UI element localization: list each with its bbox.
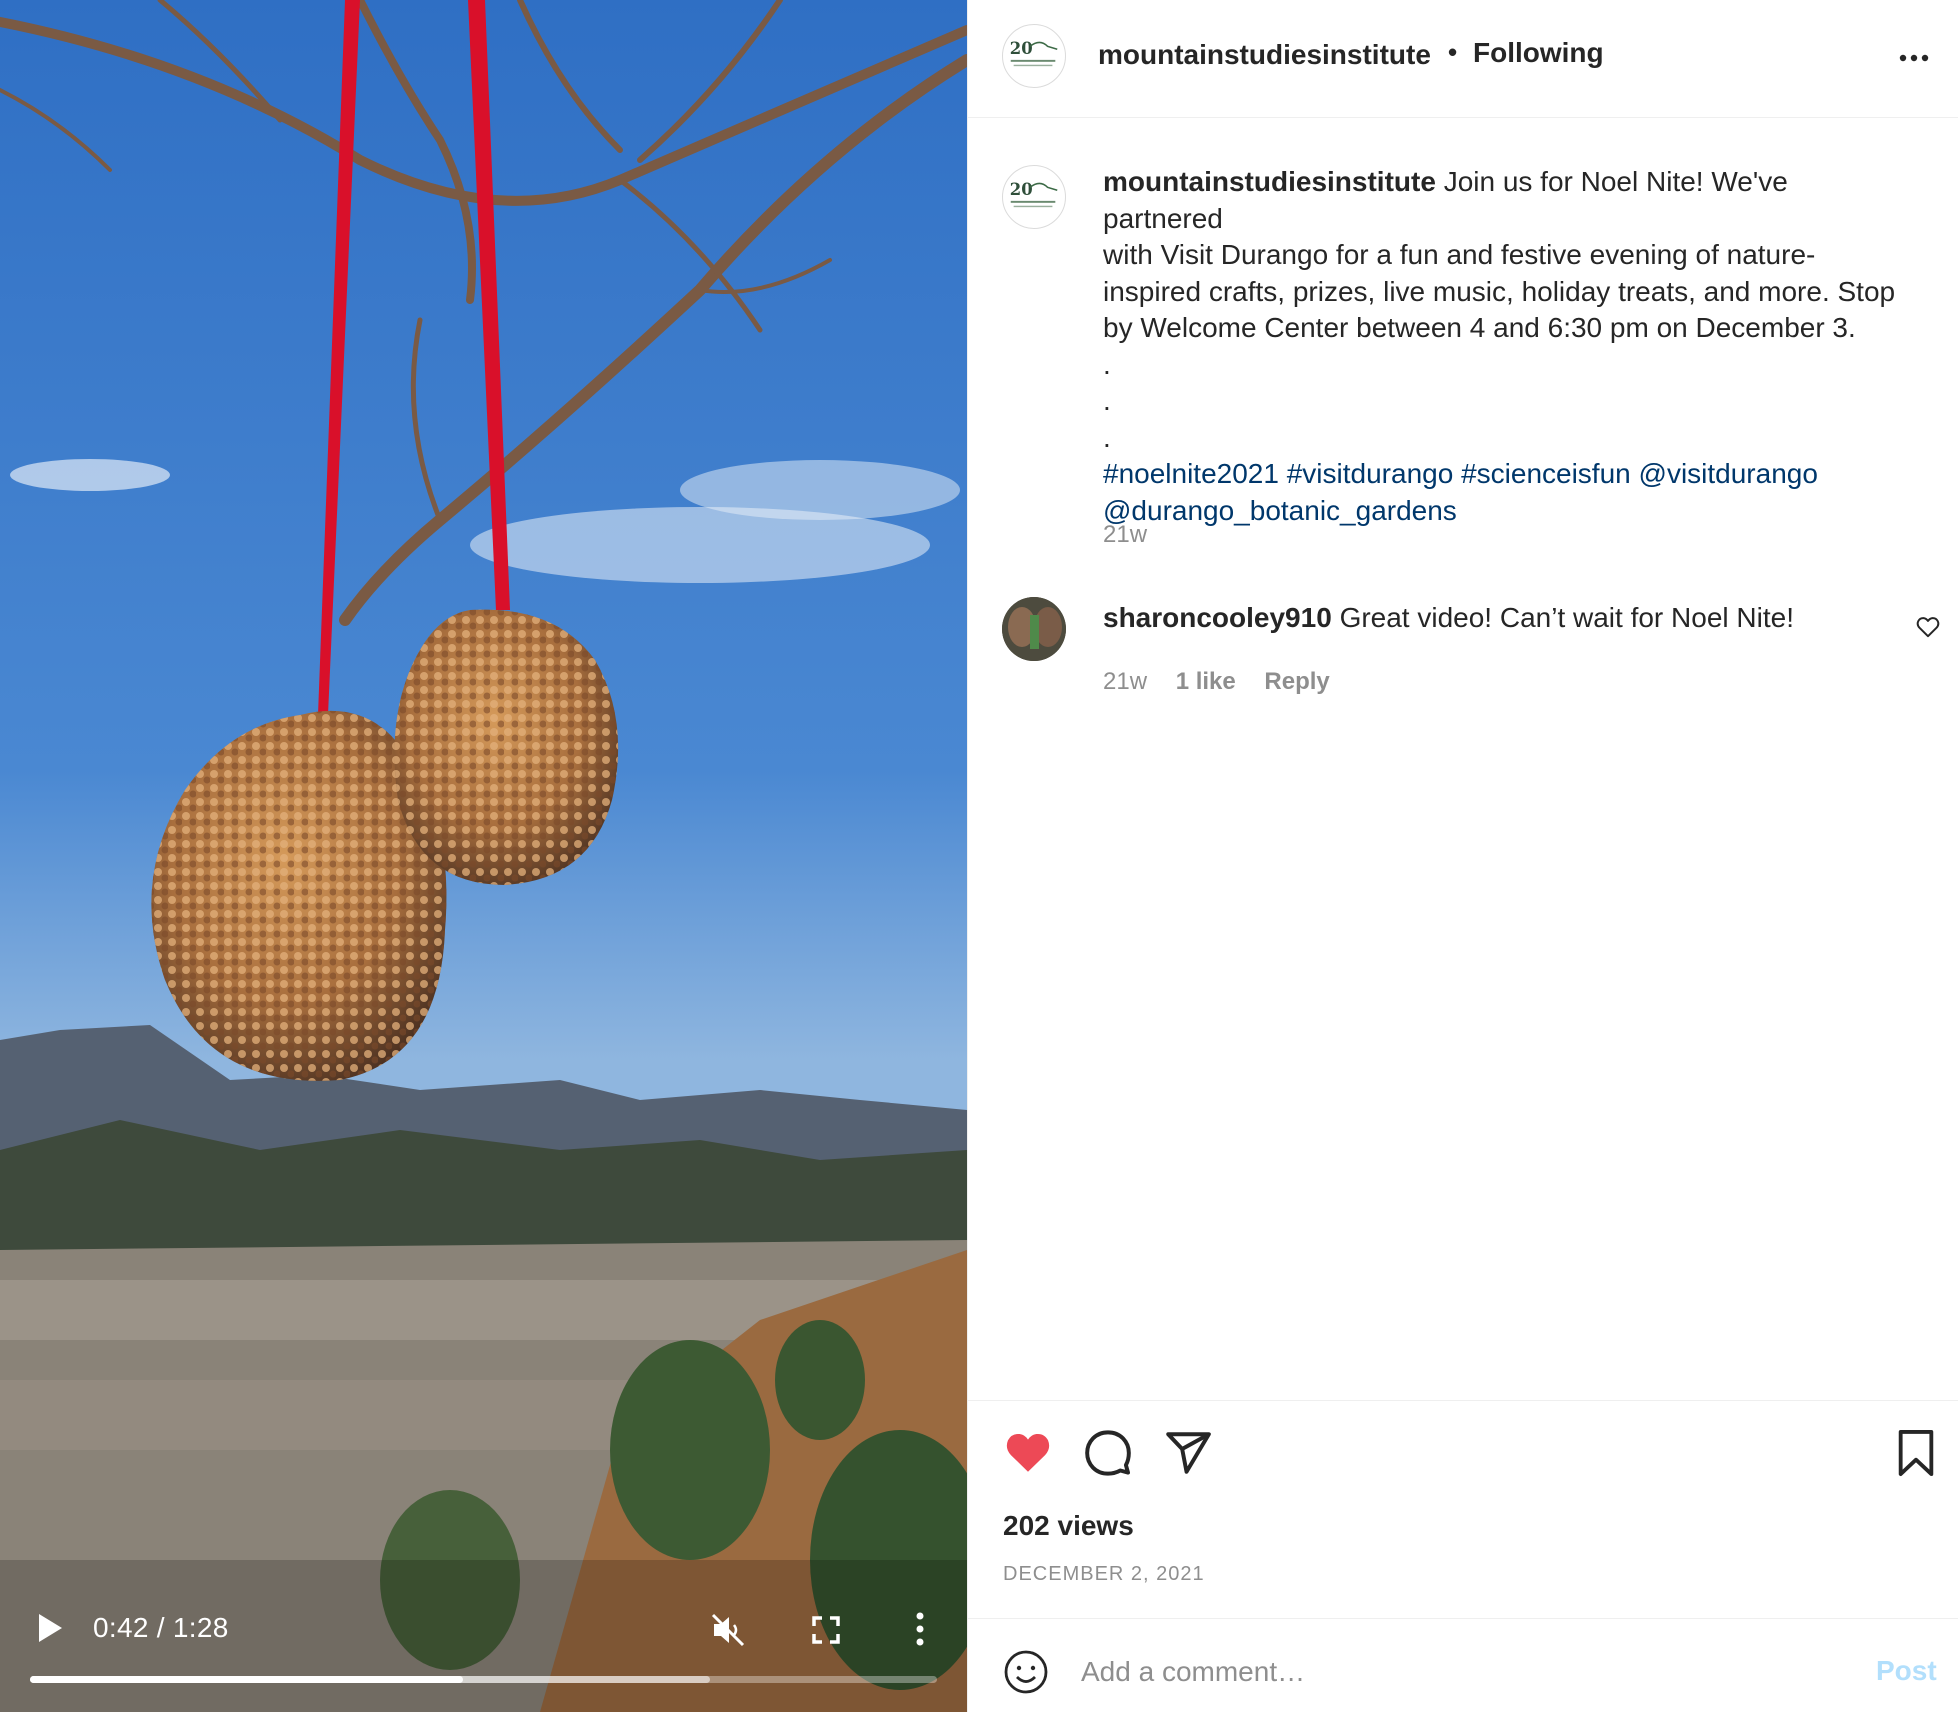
caption-line-3: inspired crafts, prizes, live music, hol… [1103,275,1896,307]
author-avatar[interactable]: 20 [1002,24,1066,88]
svg-text:20: 20 [1010,39,1033,58]
post-panel: 20 mountainstudiesinstitute • Following … [967,0,1958,1712]
post-date[interactable]: DECEMBER 2, 2021 [1003,1563,1205,1586]
hashtag-link[interactable]: #scienceisfun [1461,458,1631,489]
mountain-studies-logo-icon: 20 [1010,180,1058,208]
mention-link[interactable]: @durango_botanic_gardens [1103,495,1457,526]
like-button[interactable] [1002,1428,1054,1478]
caption-line-2: with Visit Durango for a fun and festive… [1103,239,1816,270]
caption-dot: . [1103,348,1111,380]
commenter-username[interactable]: sharoncooley910 [1103,602,1332,633]
comment-icon [1085,1430,1131,1476]
svg-text:20: 20 [1010,180,1033,199]
video-progress-bar[interactable] [30,1676,937,1683]
post-options-button[interactable] [1894,38,1934,78]
heart-icon [1006,1433,1050,1472]
commenter-avatar[interactable] [1002,597,1066,661]
emoji-icon [1004,1650,1048,1694]
comment-meta: 21w 1 like Reply [1103,668,1352,696]
caption-timestamp[interactable]: 21w [1103,521,1147,549]
play-button[interactable] [30,1606,70,1650]
share-button[interactable] [1162,1428,1214,1478]
caption-line-4: by Welcome Center between 4 and 6:30 pm … [1103,312,1856,343]
heart-outline-icon [1916,617,1940,638]
caption-dot: . [1103,385,1111,416]
author-username[interactable]: mountainstudiesinstitute [1098,39,1431,71]
caption-username[interactable]: mountainstudiesinstitute [1103,166,1436,197]
mute-toggle-button[interactable] [706,1608,750,1652]
comment-button[interactable] [1082,1428,1134,1478]
share-icon [1166,1432,1211,1474]
reply-button[interactable]: Reply [1264,668,1329,695]
post-caption: mountainstudiesinstitute Join us for Noe… [1103,164,1913,529]
fullscreen-button[interactable] [806,1610,846,1650]
comment-timestamp[interactable]: 21w [1103,668,1147,695]
post-comment-button[interactable]: Post [1876,1655,1937,1687]
video-played-fill [30,1676,463,1683]
caption-line-1: mountainstudiesinstitute Join us for Noe… [1103,164,1913,237]
mention-link[interactable]: @visitdurango [1639,458,1818,489]
header-divider [968,117,1958,118]
header-separator: • [1448,37,1458,67]
bookmark-icon [1898,1429,1934,1476]
vertical-ellipsis-icon [916,1612,924,1646]
horizontal-ellipsis-icon [1899,54,1929,62]
views-count[interactable]: 202 views [1003,1510,1134,1542]
comment-likes-count[interactable]: 1 like [1176,668,1236,695]
comment-box-divider [968,1618,1958,1619]
comment-like-button[interactable] [1915,614,1941,640]
mountain-studies-logo-icon: 20 [1010,39,1058,67]
add-comment-input[interactable] [1081,1650,1811,1694]
comment-body: sharoncooley910 Great video! Can’t wait … [1103,600,1863,636]
hashtag-link[interactable]: #noelnite2021 [1103,458,1279,489]
actions-divider [968,1400,1958,1401]
video-more-options-button[interactable] [905,1606,935,1652]
caption-mentions-line: @durango_botanic_gardens [1103,493,1913,530]
fullscreen-icon [812,1616,840,1644]
caption-hashtags-line: #noelnite2021 #visitdurango #scienceisfu… [1103,456,1913,493]
video-player[interactable]: 0:42 / 1:28 [0,0,967,1712]
caption-dot: . [1103,421,1111,453]
save-button[interactable] [1893,1428,1939,1478]
following-button[interactable]: Following [1473,37,1604,69]
video-frame [0,0,967,1712]
video-time-readout: 0:42 / 1:28 [93,1612,229,1643]
play-icon [39,1614,62,1642]
hashtag-link[interactable]: #visitdurango [1287,458,1454,489]
comment-text: Great video! Can’t wait for Noel Nite! [1339,602,1794,633]
muted-speaker-icon [711,1613,745,1647]
caption-author-avatar[interactable]: 20 [1002,165,1066,229]
user-photo-icon [1002,597,1066,661]
emoji-button[interactable] [1002,1648,1050,1696]
